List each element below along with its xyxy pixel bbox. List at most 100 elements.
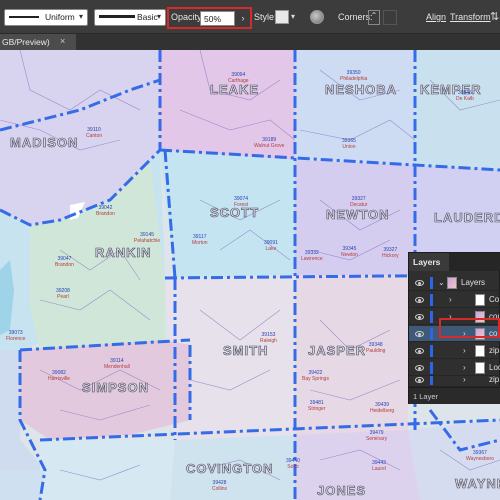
- zip-label: 39346 De Kalb: [456, 90, 474, 102]
- visibility-eye-icon[interactable]: [415, 297, 424, 303]
- visibility-eye-icon[interactable]: [415, 314, 424, 320]
- county-label-leake: LEAKE: [210, 82, 260, 98]
- zip-label: 39117 Morton: [192, 234, 208, 246]
- illustrator-window: Uniform ▾ Basic ▾ Opacity: 50% › Style: …: [0, 0, 500, 500]
- zip-label: 39047 Brandon: [55, 256, 74, 268]
- layer-name[interactable]: zip: [489, 346, 499, 355]
- layers-panel-header: Layers: [409, 253, 500, 271]
- zip-label: 39479 Seminary: [366, 430, 388, 442]
- layer-color-swatch: [430, 345, 433, 357]
- transform-link[interactable]: Transform: [450, 12, 491, 22]
- county-label-neshoba: NESHOBA: [325, 82, 398, 98]
- chevron-right-icon[interactable]: ›: [463, 375, 466, 384]
- recolor-artwork-icon[interactable]: [310, 10, 324, 24]
- visibility-eye-icon[interactable]: [415, 348, 424, 354]
- zip-label: 39350 Philadelphia: [340, 70, 368, 82]
- layer-thumbnail: [475, 345, 485, 357]
- brush-label: Basic: [137, 12, 158, 22]
- layer-row[interactable]: › zip: [409, 343, 500, 359]
- layer-color-swatch: [430, 376, 433, 385]
- zip-label: 39332 Lawrence: [301, 250, 323, 262]
- county-label-smith: SMITH: [223, 343, 269, 359]
- county-label-newton: NEWTON: [326, 207, 390, 223]
- layer-color-swatch: [430, 311, 433, 323]
- stroke-profile-dropdown[interactable]: Uniform ▾: [4, 9, 88, 26]
- brush-dropdown[interactable]: Basic ▾: [94, 9, 166, 26]
- layer-color-swatch: [430, 294, 433, 306]
- chevron-down-icon[interactable]: ⌄: [438, 278, 445, 287]
- layer-name[interactable]: Co: [489, 295, 499, 304]
- control-bar: Uniform ▾ Basic ▾ Opacity: 50% › Style: …: [0, 0, 500, 34]
- document-tab[interactable]: GB/Preview) ×: [0, 34, 76, 50]
- layer-color-swatch: [430, 277, 433, 289]
- visibility-eye-icon[interactable]: [415, 365, 424, 371]
- brush-preview: [99, 15, 135, 18]
- zip-label: 39443 Laurel: [372, 460, 386, 472]
- corners-stepper[interactable]: ⌃: [368, 10, 380, 25]
- zip-label: 39208 Pearl: [56, 288, 70, 300]
- zip-label: 39367 Waynesboro: [466, 450, 494, 462]
- document-tab-title: GB/Preview): [2, 37, 50, 47]
- corners-input[interactable]: [383, 10, 397, 25]
- chevron-right-icon[interactable]: ›: [449, 295, 452, 304]
- zip-label: 39348 Paulding: [366, 342, 386, 354]
- graphic-style-swatch[interactable]: [275, 10, 289, 24]
- layers-tab[interactable]: Layers: [409, 253, 449, 271]
- transform-icon[interactable]: ⇅: [490, 10, 499, 23]
- zip-label: 39110 Canton: [86, 127, 103, 139]
- zip-label: 39145 Pelahatchie: [134, 232, 161, 244]
- opacity-input[interactable]: 50%: [200, 11, 235, 26]
- chevron-down-icon: ▾: [156, 12, 161, 21]
- zip-label: 39345 Newton: [341, 246, 358, 258]
- layer-thumbnail: [475, 294, 485, 306]
- chevron-right-icon[interactable]: ›: [237, 11, 249, 26]
- layer-name[interactable]: zip: [489, 375, 499, 384]
- county-label-rankin: RANKIN: [95, 245, 152, 261]
- opacity-control: Opacity: 50% ›: [167, 7, 252, 29]
- zip-label: 39481 Stringer: [308, 400, 326, 412]
- align-link[interactable]: Align: [426, 12, 446, 22]
- zip-label: 39082 Harrisville: [48, 370, 70, 382]
- county-label-covington: COVINGTON: [186, 461, 274, 477]
- zip-label: 39114 Mendenhall: [104, 358, 130, 370]
- zip-label: 39091 Lake: [264, 240, 278, 252]
- close-icon[interactable]: ×: [60, 36, 65, 46]
- zip-label: 39439 Heidelberg: [370, 402, 395, 414]
- zip-label: 39042 Brandon: [96, 205, 115, 217]
- zip-label: 39073 Florence: [6, 330, 26, 342]
- layer-name[interactable]: Loc: [489, 363, 500, 372]
- chevron-down-icon: ▾: [78, 12, 83, 21]
- layer-row[interactable]: › Co: [409, 292, 500, 308]
- county-label-lauderdale: LAUDERDA: [434, 210, 500, 226]
- layer-color-swatch: [430, 362, 433, 374]
- county-label-jones: JONES: [317, 483, 367, 499]
- layer-thumbnail: [447, 277, 457, 289]
- layer-thumbnail: [475, 362, 485, 374]
- selected-layer-highlight: [439, 318, 500, 338]
- zip-label: 39094 Carthage: [228, 72, 249, 84]
- county-label-jasper: JASPER: [308, 343, 367, 359]
- layer-name[interactable]: Layers: [461, 278, 485, 287]
- visibility-eye-icon[interactable]: [415, 377, 424, 383]
- layers-panel-footer: 1 Layer: [409, 387, 500, 404]
- layer-count: 1 Layer: [413, 392, 439, 401]
- chevron-down-icon[interactable]: ▾: [291, 12, 295, 21]
- layer-row[interactable]: › zip: [409, 374, 500, 387]
- zip-label: 39074 Forest: [234, 196, 249, 208]
- zip-label: 39189 Walnut Grove: [254, 137, 285, 149]
- zip-label: 39428 Collins: [212, 480, 228, 492]
- stroke-profile-label: Uniform: [45, 12, 75, 22]
- chevron-right-icon[interactable]: ›: [463, 363, 466, 372]
- stroke-profile-preview: [9, 16, 39, 18]
- document-tab-bar: GB/Preview) ×: [0, 34, 500, 50]
- chevron-right-icon[interactable]: ›: [463, 346, 466, 355]
- zip-label: 39440 Soso: [286, 458, 300, 470]
- visibility-eye-icon[interactable]: [415, 331, 424, 337]
- zip-label: 39365 Union: [342, 138, 356, 150]
- county-label-simpson: SIMPSON: [82, 380, 149, 396]
- visibility-eye-icon[interactable]: [415, 280, 424, 286]
- layer-row-top[interactable]: ⌄ Layers: [409, 275, 500, 291]
- county-label-wayne: WAYNE: [455, 476, 500, 492]
- zip-label: 39327 Decatur: [350, 196, 368, 208]
- layer-color-swatch: [430, 328, 433, 340]
